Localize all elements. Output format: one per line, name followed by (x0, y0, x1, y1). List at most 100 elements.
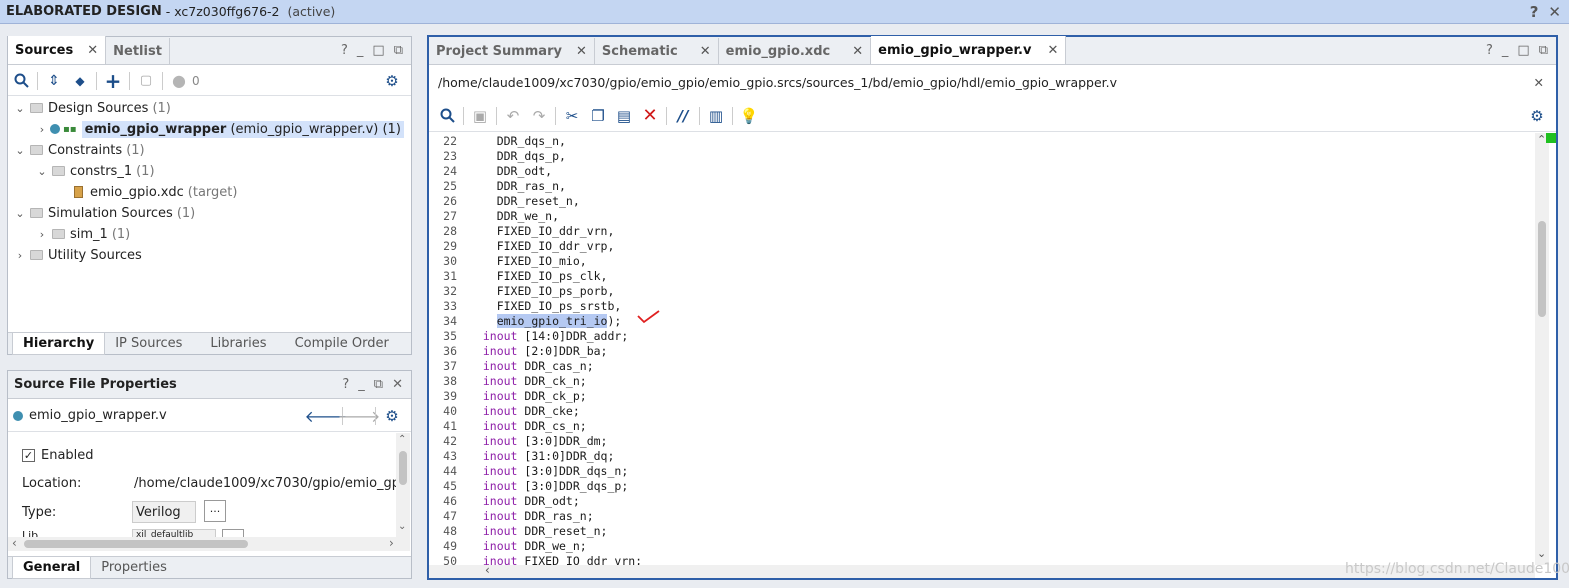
enabled-checkbox[interactable]: ✓ (22, 448, 35, 462)
tab-libraries[interactable]: Libraries (200, 333, 276, 355)
close-icon[interactable]: ✕ (700, 44, 711, 59)
scroll-left-icon[interactable]: ‹ (12, 536, 17, 550)
paste-icon[interactable]: ▤ (611, 105, 637, 127)
tab-properties[interactable]: Properties (91, 557, 177, 579)
chevron-right-icon[interactable]: › (14, 249, 26, 262)
gear-icon[interactable]: ⚙ (379, 70, 405, 92)
code-vscrollbar[interactable]: ⌃ ⌄ (1535, 133, 1549, 565)
properties-icon[interactable]: ▢ (133, 70, 159, 92)
tab-hierarchy[interactable]: Hierarchy (12, 332, 106, 355)
scroll-up-icon[interactable]: ⌃ (398, 434, 406, 445)
search-icon[interactable] (8, 70, 34, 92)
tree-count: (1) (136, 163, 155, 179)
expand-all-icon[interactable]: ◆ (67, 70, 93, 92)
cut-icon[interactable]: ✂ (559, 105, 585, 127)
maximize-icon[interactable]: □ (372, 43, 384, 58)
tab-project-summary[interactable]: Project Summary ✕ (429, 38, 595, 64)
chevron-down-icon[interactable]: ⌄ (14, 207, 26, 220)
lightbulb-icon[interactable]: 💡 (736, 105, 762, 127)
column-select-icon[interactable]: ▥ (703, 105, 729, 127)
close-button[interactable]: ✕ (1548, 3, 1561, 21)
redo-icon[interactable]: ↷ (526, 105, 552, 127)
tab-emio-gpio-xdc[interactable]: emio_gpio.xdc ✕ (719, 38, 872, 64)
copy-icon[interactable]: ❐ (585, 105, 611, 127)
minimize-icon[interactable]: _ (357, 43, 364, 58)
gear-icon[interactable]: ⚙ (379, 405, 405, 427)
properties-hscrollbar[interactable]: ‹ › (8, 536, 410, 551)
library-value[interactable]: xil_defaultlib (132, 529, 216, 537)
tab-general[interactable]: General (12, 556, 92, 579)
float-icon[interactable]: ⧉ (394, 43, 403, 58)
scroll-right-icon[interactable]: › (389, 536, 394, 550)
tab-emio-gpio-wrapper[interactable]: emio_gpio_wrapper.v ✕ (871, 36, 1067, 64)
help-button[interactable]: ? (1530, 3, 1539, 21)
close-icon[interactable]: ✕ (576, 44, 587, 59)
save-icon[interactable]: ▣ (467, 105, 493, 127)
line-number: 36 (443, 344, 457, 358)
chevron-right-icon[interactable]: › (36, 228, 48, 241)
file-path: /home/claude1009/xc7030/gpio/emio_gpio/e… (438, 74, 1118, 90)
chevron-down-icon[interactable]: ⌄ (14, 102, 26, 115)
delete-icon[interactable]: ✕ (637, 105, 663, 127)
scroll-left-icon[interactable]: ‹ (485, 563, 490, 577)
tree-item-simulation-sources[interactable]: ⌄ Simulation Sources (1) (14, 203, 195, 223)
keyword: inout (469, 359, 518, 373)
properties-scrollbar[interactable]: ⌃ ⌄ (396, 433, 410, 537)
chevron-down-icon[interactable]: ⌄ (36, 165, 48, 178)
tab-netlist[interactable]: Netlist (106, 38, 170, 64)
close-path-icon[interactable]: ✕ (1534, 75, 1544, 90)
tree-label: emio_gpio.xdc (90, 184, 184, 200)
code-text: FIXED_IO_ddr_vrn; (517, 554, 643, 565)
tab-schematic[interactable]: Schematic ✕ (595, 38, 719, 64)
scroll-thumb[interactable] (399, 451, 407, 485)
keyword: inout (469, 329, 518, 343)
tab-ip-sources[interactable]: IP Sources (105, 333, 192, 355)
type-value[interactable]: Verilog (132, 501, 196, 523)
comment-icon[interactable]: // (670, 105, 696, 127)
scroll-up-icon[interactable]: ⌃ (1537, 133, 1546, 146)
maximize-icon[interactable]: □ (1517, 43, 1529, 58)
minimize-icon[interactable]: _ (358, 377, 365, 392)
tree-item-constraints[interactable]: ⌄ Constraints (1) (14, 140, 144, 160)
keyword: inout (469, 554, 518, 565)
close-icon[interactable]: ✕ (87, 43, 98, 58)
close-icon[interactable]: ✕ (852, 44, 863, 59)
help-icon[interactable]: ? (342, 377, 349, 392)
help-icon[interactable]: ? (1486, 43, 1493, 58)
tree-item-constrs-1[interactable]: ⌄ constrs_1 (1) (36, 161, 155, 181)
help-icon[interactable]: ? (341, 43, 348, 58)
code-line: FIXED_IO_mio, (469, 254, 587, 269)
search-icon[interactable] (434, 105, 460, 127)
chevron-right-icon[interactable]: › (36, 123, 48, 136)
code-area[interactable]: 22 DDR_dqs_n, 23 DDR_dqs_p, 24 DDR_odt, 25 … (429, 133, 1535, 565)
collapse-all-icon[interactable]: ⇕ (41, 70, 67, 92)
forward-arrow-icon[interactable]: 🡒 (338, 405, 381, 427)
hscroll-thumb[interactable] (24, 540, 248, 548)
tree-item-emio-gpio-xdc[interactable]: emio_gpio.xdc (target) (74, 182, 237, 202)
float-icon[interactable]: ⧉ (374, 377, 383, 392)
chevron-down-icon[interactable]: ⌄ (14, 144, 26, 157)
back-arrow-icon[interactable]: 🡐 (305, 405, 348, 427)
type-more-button[interactable]: ··· (204, 500, 226, 522)
minimize-icon[interactable]: _ (1502, 43, 1509, 58)
add-sources-icon[interactable]: + (100, 69, 126, 93)
tree-item-utility-sources[interactable]: › Utility Sources (14, 245, 142, 265)
scroll-down-icon[interactable]: ⌄ (398, 521, 406, 532)
tree-item-sim-1[interactable]: › sim_1 (1) (36, 224, 130, 244)
tab-compile-order[interactable]: Compile Order (285, 333, 399, 355)
float-icon[interactable]: ⧉ (1539, 43, 1548, 58)
tab-sources[interactable]: Sources ✕ (8, 36, 107, 64)
enabled-row: ✓ Enabled (22, 445, 94, 465)
undo-icon[interactable]: ↶ (500, 105, 526, 127)
tree-item-design-sources[interactable]: ⌄ Design Sources (1) (14, 98, 170, 118)
close-icon[interactable]: ✕ (392, 377, 403, 392)
selected-text: emio_gpio_tri_io (496, 314, 608, 328)
line-number: 47 (443, 509, 457, 523)
tree-item-emio-gpio-wrapper[interactable]: › ▪▪ emio_gpio_wrapper (emio_gpio_wrappe… (36, 119, 404, 139)
scroll-down-icon[interactable]: ⌄ (1537, 547, 1546, 560)
library-more-button[interactable] (222, 529, 244, 537)
close-icon[interactable]: ✕ (1047, 43, 1058, 58)
line-number: 42 (443, 434, 457, 448)
gear-icon[interactable]: ⚙ (1524, 105, 1550, 127)
scroll-thumb[interactable] (1538, 221, 1546, 317)
